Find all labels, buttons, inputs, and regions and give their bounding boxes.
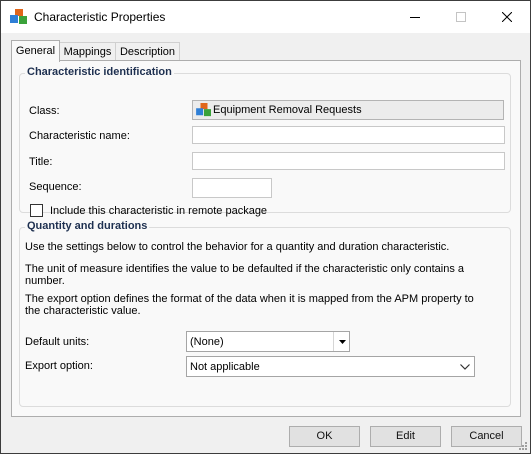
- title-input[interactable]: [192, 152, 505, 170]
- class-label: Class:: [29, 105, 60, 117]
- maximize-button: [438, 1, 484, 33]
- characteristic-name-input[interactable]: [192, 126, 505, 144]
- close-button[interactable]: [484, 1, 530, 33]
- tab-description[interactable]: Description: [115, 42, 180, 61]
- group-heading: Characteristic identification: [25, 66, 174, 78]
- title-bar[interactable]: Characteristic Properties: [1, 1, 530, 33]
- characteristic-identification-group: Characteristic identification Class: Equ…: [19, 66, 511, 217]
- close-icon: [502, 12, 512, 22]
- tab-general[interactable]: General: [11, 40, 60, 62]
- sequence-label: Sequence:: [29, 181, 82, 193]
- class-icon: [196, 103, 211, 117]
- minimize-button[interactable]: [392, 1, 438, 33]
- sequence-input[interactable]: [192, 178, 272, 198]
- cancel-button[interactable]: Cancel: [451, 426, 522, 447]
- edit-button[interactable]: Edit: [370, 426, 441, 447]
- minimize-icon: [410, 17, 420, 18]
- remote-package-checkbox[interactable]: [30, 204, 43, 217]
- default-units-value: (None): [190, 336, 224, 348]
- dialog-window: Characteristic Properties General Mappin…: [0, 0, 531, 454]
- quantity-durations-group: Quantity and durations Use the settings …: [19, 220, 511, 407]
- class-value: Equipment Removal Requests: [213, 104, 362, 116]
- default-units-label: Default units:: [25, 336, 90, 348]
- class-field: Equipment Removal Requests: [192, 100, 504, 120]
- help-text-1: Use the settings below to control the be…: [25, 241, 450, 253]
- window-title: Characteristic Properties: [34, 10, 166, 24]
- dropdown-arrow-icon: [333, 332, 350, 351]
- resize-grip-icon[interactable]: [518, 441, 528, 451]
- export-option-value: Not applicable: [190, 361, 260, 373]
- group-heading: Quantity and durations: [25, 220, 150, 232]
- remote-package-label: Include this characteristic in remote pa…: [50, 205, 268, 217]
- export-option-dropdown[interactable]: Not applicable: [186, 356, 475, 377]
- tab-mappings[interactable]: Mappings: [59, 42, 116, 61]
- general-tab-panel: Characteristic identification Class: Equ…: [11, 60, 521, 417]
- export-option-label: Export option:: [25, 360, 93, 372]
- chevron-down-icon: [456, 357, 474, 376]
- help-text-2: The unit of measure identifies the value…: [25, 263, 465, 287]
- maximize-icon: [456, 12, 466, 22]
- help-text-3: The export option defines the format of …: [25, 293, 474, 317]
- app-icon: [10, 9, 27, 24]
- default-units-dropdown[interactable]: (None): [186, 331, 350, 352]
- title-label: Title:: [29, 156, 53, 168]
- ok-button[interactable]: OK: [289, 426, 360, 447]
- characteristic-name-label: Characteristic name:: [29, 130, 130, 142]
